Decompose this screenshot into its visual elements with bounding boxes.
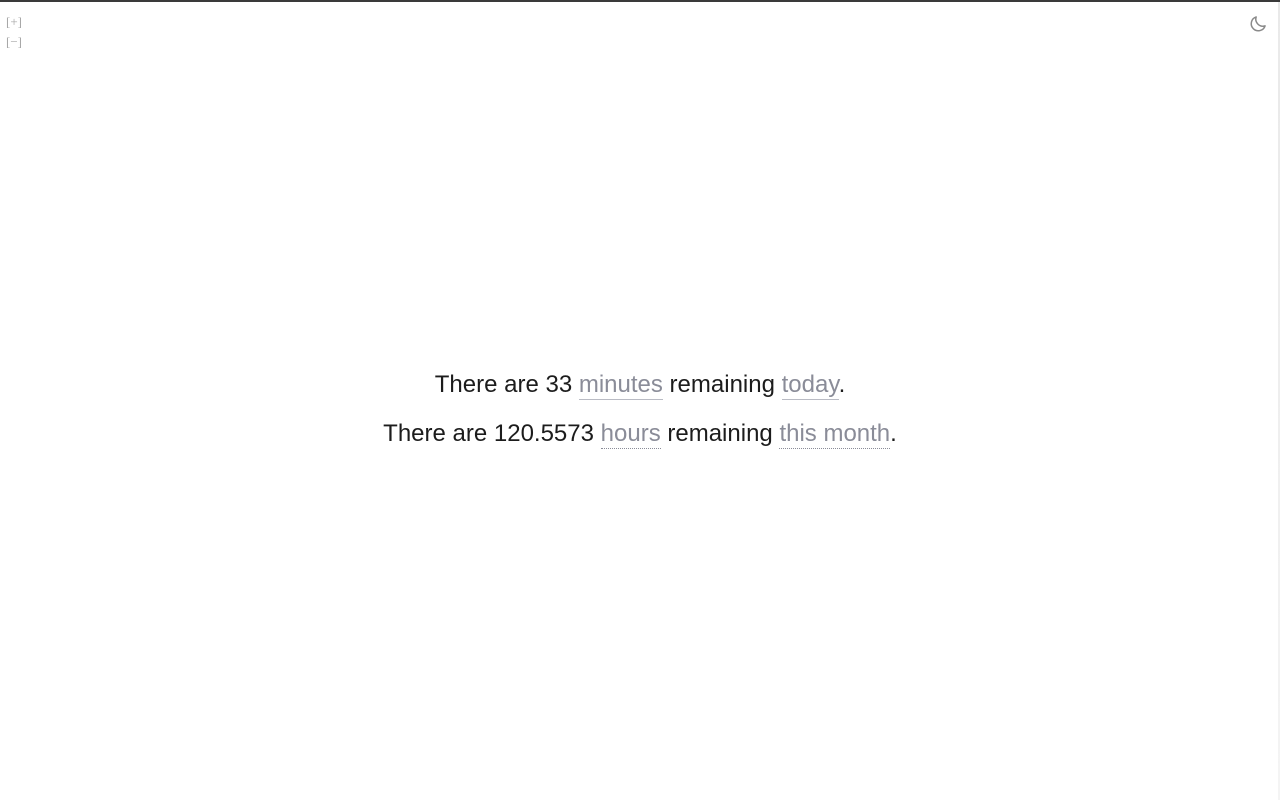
zoom-out-button[interactable]: [−] — [6, 32, 22, 51]
sentence-prefix: There are 33 — [434, 371, 579, 398]
sentence-month: There are 120.5573 hours remaining this … — [0, 409, 1280, 458]
sentence-middle: remaining — [662, 371, 782, 398]
sentence-today: There are 33 minutes remaining today. — [0, 360, 1280, 409]
unit-selector[interactable]: hours — [600, 420, 661, 449]
period-selector[interactable]: today — [781, 371, 839, 400]
unit-selector[interactable]: minutes — [578, 371, 663, 400]
time-remaining-sentences: There are 33 minutes remaining today. Th… — [0, 360, 1280, 458]
sentence-suffix: . — [890, 420, 897, 447]
sentence-prefix: There are 120.5573 — [383, 420, 601, 447]
zoom-controls: [+] [−] — [6, 12, 22, 51]
sentence-suffix: . — [838, 371, 846, 398]
moon-icon — [1250, 16, 1266, 32]
period-selector[interactable]: this month — [779, 420, 891, 449]
theme-toggle-button[interactable] — [1247, 13, 1269, 35]
sentence-middle: remaining — [660, 420, 780, 447]
zoom-in-button[interactable]: [+] — [6, 12, 22, 31]
